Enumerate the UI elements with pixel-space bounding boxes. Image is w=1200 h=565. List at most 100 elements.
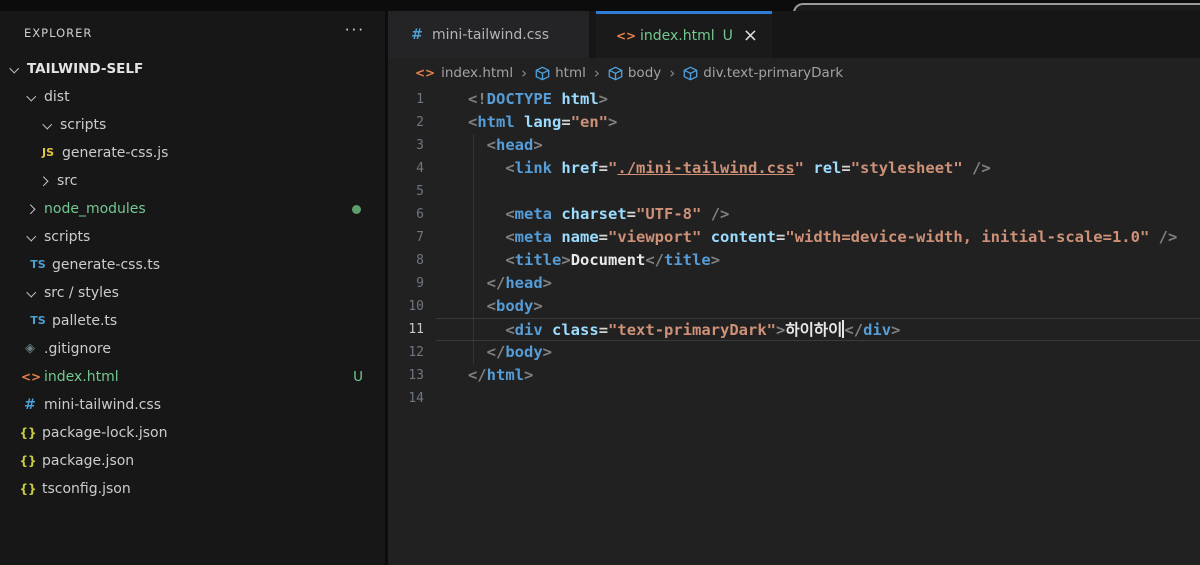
tree-item-label: generate-css.ts [52,257,160,273]
html-file-icon: <> [616,28,634,44]
git-file-icon: ◈ [21,341,39,357]
line-number: 1 [388,88,424,111]
code-line-content: <link href="./mini-tailwind.css" rel="st… [436,157,1200,180]
tree-item-label: src [57,173,77,189]
code-line[interactable]: 5 [388,180,1200,203]
code-line-content: </head> [436,272,1200,295]
window-top-band [0,0,1200,11]
more-actions-icon[interactable]: ··· [345,23,365,38]
tree-item-src[interactable]: src [0,167,385,195]
tree-item-dist[interactable]: dist [0,83,385,111]
breadcrumb-item-index.html[interactable]: <>index.html [415,65,513,81]
tree-item-package-lock.json[interactable]: {}package-lock.json [0,419,385,447]
html-file-icon: <> [21,369,39,385]
html-file-icon: <> [415,65,435,81]
tree-item-label: src / styles [44,285,119,301]
tree-item-generate-css.js[interactable]: JSgenerate-css.js [0,139,385,167]
chevron-down-icon[interactable] [23,229,39,245]
code-line-content [436,387,1200,410]
tree-item-pallete.ts[interactable]: TSpallete.ts [0,307,385,335]
symbol-cube-icon [608,66,623,81]
tree-item-package.json[interactable]: {} package.json [0,447,385,475]
tree-root-label: TAILWIND-SELF [27,61,143,77]
code-line-content: <html lang="en"> [436,111,1200,134]
tree-root-folder[interactable]: TAILWIND-SELF [0,55,385,83]
json-file-icon: {} [19,425,37,441]
chevron-right-icon[interactable] [23,201,39,217]
typescript-file-icon: TS [29,313,47,329]
breadcrumb-label: div.text-primaryDark [703,65,843,81]
chevron-down-icon[interactable] [23,285,39,301]
tree-item-tsconfig.json[interactable]: {}tsconfig.json [0,475,385,503]
breadcrumb-separator-icon: › [669,64,675,82]
code-line-content: <head> [436,134,1200,157]
code-line[interactable]: 14 [388,387,1200,410]
code-line-content: </html> [436,364,1200,387]
tab-mini-tailwind.css[interactable]: #mini-tailwind.css [388,11,589,58]
explorer-header: EXPLORER ··· [0,11,385,55]
chevron-right-icon[interactable] [36,173,52,189]
tree-item-label: .gitignore [44,341,111,357]
breadcrumb-label: body [628,65,661,81]
explorer-title: EXPLORER [24,26,92,40]
tree-item-src-styles[interactable]: src / styles [0,279,385,307]
chevron-down-icon[interactable] [6,61,22,77]
code-line[interactable]: 11 <div class="text-primaryDark">하이하이</d… [388,318,1200,341]
code-line[interactable]: 6 <meta charset="UTF-8" /> [388,203,1200,226]
tab-modified-badge: U [723,28,733,44]
tree-item-label: node_modules [44,201,146,217]
breadcrumb-separator-icon: › [594,64,600,82]
background-window-edge [793,3,1200,11]
breadcrumb-item-html[interactable]: html [535,65,586,81]
tree-item-label: scripts [44,229,90,245]
tab-index.html[interactable]: <> index.html U × [596,11,772,58]
code-line-content: <meta name="viewport" content="width=dev… [436,226,1200,249]
code-line[interactable]: 10 <body> [388,295,1200,318]
close-icon[interactable]: × [743,27,758,45]
chevron-down-icon[interactable] [39,117,55,133]
code-line-content: <div class="text-primaryDark">하이하이</div> [436,318,1200,341]
code-line[interactable]: 7 <meta name="viewport" content="width=d… [388,226,1200,249]
code-line-content: </body> [436,341,1200,364]
line-number: 9 [388,272,424,295]
typescript-file-icon: TS [29,257,47,273]
code-line-content: <!DOCTYPE html> [436,88,1200,111]
code-line[interactable]: 2<html lang="en"> [388,111,1200,134]
tree-item-scripts[interactable]: scripts [0,111,385,139]
code-line-content: <meta charset="UTF-8" /> [436,203,1200,226]
tree-item-mini-tailwind.css[interactable]: #mini-tailwind.css [0,391,385,419]
tree-item-label: package.json [42,453,134,469]
symbol-cube-icon [683,66,698,81]
code-line[interactable]: 4 <link href="./mini-tailwind.css" rel="… [388,157,1200,180]
code-line[interactable]: 3 <head> [388,134,1200,157]
line-number: 12 [388,341,424,364]
line-number: 6 [388,203,424,226]
tree-item-.gitignore[interactable]: ◈ .gitignore [0,335,385,363]
breadcrumb-item-body[interactable]: body [608,65,661,81]
breadcrumb-item-div.text-primarydark[interactable]: div.text-primaryDark [683,65,843,81]
tree-item-index.html[interactable]: <>index.htmlU [0,363,385,391]
code-line[interactable]: 9 </head> [388,272,1200,295]
editor-tab-bar: #mini-tailwind.css <> index.html U × [388,11,1200,58]
tab-label: index.html [640,28,715,44]
tree-item-scripts[interactable]: scripts [0,223,385,251]
code-line[interactable]: 13 </html> [388,364,1200,387]
tree-item-label: index.html [44,369,119,385]
code-line-content [436,180,1200,203]
git-changes-dot-badge [352,205,361,214]
json-file-icon: {} [19,453,37,469]
tree-item-label: tsconfig.json [42,481,131,497]
line-number: 14 [388,387,424,410]
line-number: 8 [388,249,424,272]
editor-group: #mini-tailwind.css<>index.htmlU× <>index… [388,11,1200,565]
code-editor[interactable]: 1 <!DOCTYPE html>2<html lang="en">3 <head… [388,88,1200,565]
code-line[interactable]: 8 <title>Document</title> [388,249,1200,272]
line-number: 13 [388,364,424,387]
tree-item-generate-css.ts[interactable]: TS generate-css.ts [0,251,385,279]
chevron-down-icon[interactable] [23,89,39,105]
code-line[interactable]: 12 </body> [388,341,1200,364]
tree-item-node-modules[interactable]: node_modules [0,195,385,223]
code-line[interactable]: 1 <!DOCTYPE html> [388,88,1200,111]
line-number: 11 [388,318,424,341]
tree-item-label: generate-css.js [62,145,168,161]
